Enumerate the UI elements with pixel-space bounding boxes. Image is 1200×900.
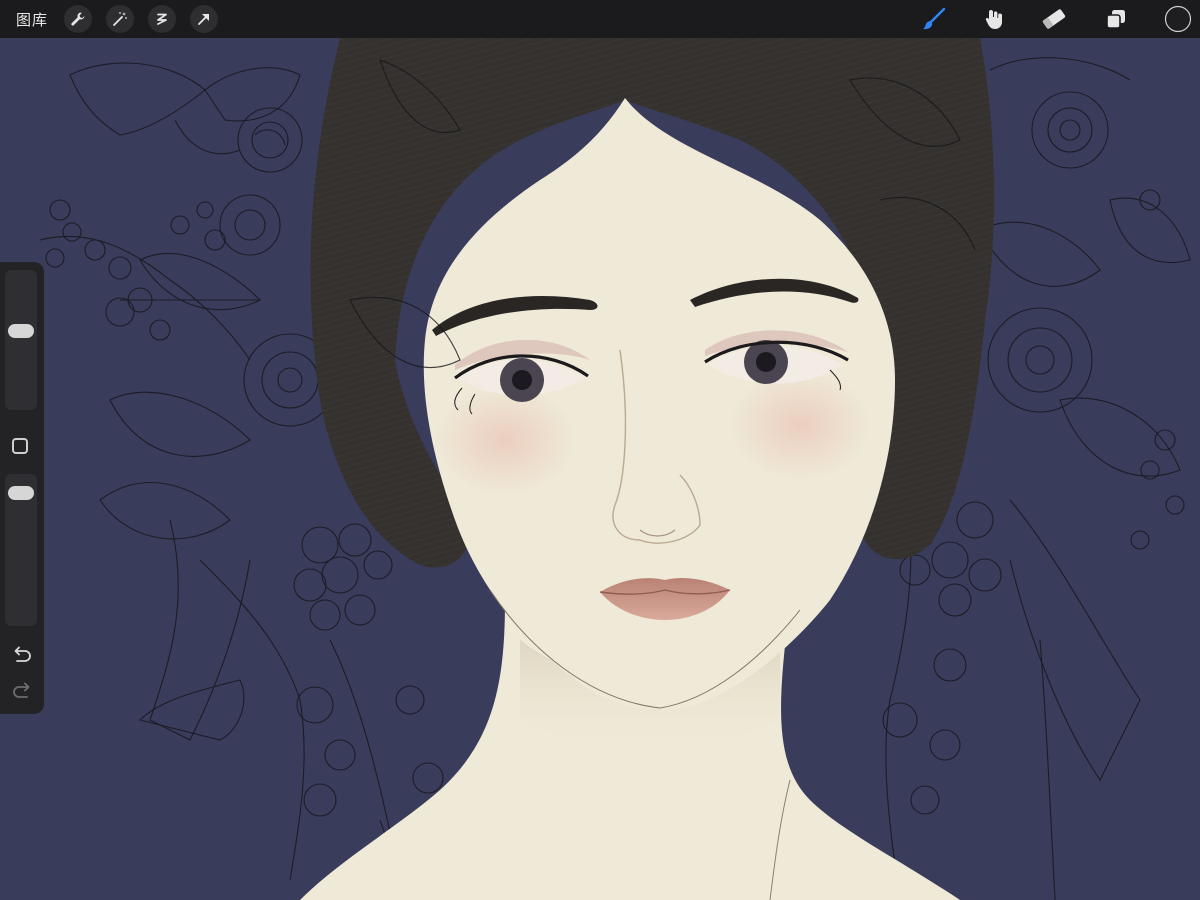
layers-icon[interactable]	[1102, 5, 1130, 33]
side-toolbar	[0, 262, 44, 714]
brush-size-thumb[interactable]	[8, 323, 34, 338]
blush-left	[435, 385, 575, 495]
brush-size-slider[interactable]	[5, 270, 37, 410]
eraser-icon[interactable]	[1040, 5, 1068, 33]
drawing-canvas[interactable]	[0, 38, 1200, 900]
selection-s-icon[interactable]	[148, 5, 177, 33]
magic-wand-icon[interactable]	[106, 5, 135, 33]
gallery-button[interactable]: 图库	[16, 9, 48, 30]
redo-icon[interactable]	[11, 682, 33, 702]
square-icon[interactable]	[12, 438, 28, 454]
wrench-icon[interactable]	[64, 5, 93, 33]
toolbar-left-group: 图库	[16, 0, 232, 38]
top-toolbar: 图库	[0, 0, 1200, 38]
opacity-slider[interactable]	[5, 474, 37, 626]
color-circle-icon[interactable]	[1164, 5, 1192, 33]
brush-icon[interactable]	[920, 5, 948, 33]
undo-icon[interactable]	[11, 646, 33, 666]
blush-right	[730, 370, 870, 480]
smudge-icon[interactable]	[980, 5, 1008, 33]
transform-arrow-icon[interactable]	[190, 5, 219, 33]
opacity-thumb[interactable]	[8, 485, 34, 500]
